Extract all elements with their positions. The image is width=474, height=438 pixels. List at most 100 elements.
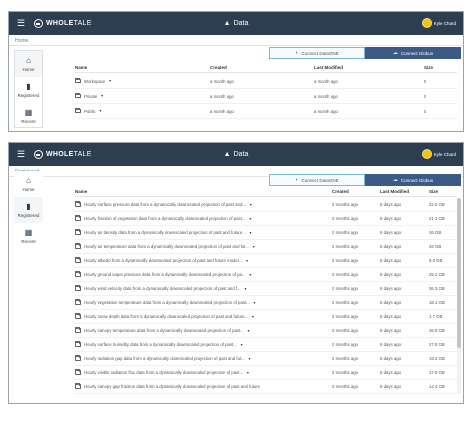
row-name-cell[interactable]: Hourly surface pressure data from a dyna… [75, 198, 261, 211]
chevron-down-icon[interactable]: ▼ [248, 273, 251, 277]
table-row[interactable]: Public ▼ a month ago a month ago 0 [75, 104, 457, 119]
row-name-cell[interactable]: Hourly surface humidity data from a dyna… [75, 338, 261, 351]
upload-icon: ▲ [223, 151, 231, 158]
row-name-cell[interactable]: Hourly albedo from a dynamically downsca… [75, 254, 261, 267]
row-modified: a month ago [314, 93, 338, 99]
chevron-down-icon[interactable]: ▼ [249, 203, 252, 207]
connect-globus-button[interactable]: ☁ Connect Globus [365, 47, 461, 59]
row-name-cell[interactable]: Hourly wind velocity data from a dynamic… [75, 282, 261, 295]
row-name-cell[interactable]: Hourly air temperature data from a dynam… [75, 240, 261, 253]
sidebar-item-label: Home [22, 67, 35, 72]
table-row[interactable]: Hourly surface pressure data from a dyna… [75, 198, 457, 212]
table-row[interactable]: Hourly albedo from a dynamically downsca… [75, 254, 457, 268]
row-name-cell[interactable]: Hourly fraction of vegetation data from … [75, 212, 261, 225]
connect-globus-button[interactable]: ☁ Connect Globus [365, 174, 461, 186]
chevron-down-icon[interactable]: ▼ [244, 287, 247, 291]
row-modified: 5 days ago [380, 384, 402, 389]
chevron-down-icon[interactable]: ▼ [252, 245, 255, 249]
table-row[interactable]: Private ▼ a month ago a month ago 0 [75, 89, 457, 104]
connect-dataone-button[interactable]: ◐ Connect DataONE [269, 174, 365, 186]
table-row[interactable]: Hourly air temperature data from a dynam… [75, 240, 457, 254]
hamburger-menu-icon[interactable]: ☰ [14, 149, 28, 160]
user-menu[interactable]: Kyle Chard [421, 18, 456, 28]
table-row[interactable]: Hourly fraction of vegetation data from … [75, 212, 457, 226]
sidebar-item-home[interactable]: ⌂ Home [15, 51, 42, 77]
connect-dataone-button[interactable]: ◐ Connect DataONE [269, 47, 365, 59]
row-created: 2 months ago [332, 370, 359, 375]
folder-icon [75, 327, 81, 333]
row-name-cell[interactable]: Hourly visible radiation flux data from … [75, 366, 261, 379]
chevron-down-icon[interactable]: ▼ [240, 343, 243, 347]
table-row[interactable]: Hourly canopy gap fraction data from a d… [75, 380, 457, 394]
column-header-created[interactable]: Created [332, 187, 349, 196]
row-created: 2 months ago [332, 342, 359, 347]
row-name-cell[interactable]: Hourly canopy gap fraction data from a d… [75, 380, 261, 393]
table-row[interactable]: Hourly surface humidity data from a dyna… [75, 338, 457, 352]
sidebar-item-registered[interactable]: ▮ Registered [14, 197, 43, 223]
row-name: Hourly vegetation temperature data from … [84, 300, 250, 305]
home-icon: ⌂ [26, 56, 31, 65]
sidebar-item-home[interactable]: ⌂ Home [14, 171, 43, 197]
column-header-size[interactable]: Size [424, 63, 433, 72]
scrollbar-thumb[interactable] [457, 198, 461, 348]
table-row[interactable]: Hourly radiation gap data from a dynamic… [75, 352, 457, 366]
wholetale-logo[interactable]: WHOLE TALE [34, 19, 92, 28]
row-name-cell[interactable]: Hourly canopy temperature data from a dy… [75, 324, 261, 337]
table-row[interactable]: Hourly ground vapor pressure data from a… [75, 268, 457, 282]
row-created: 2 months ago [332, 384, 359, 389]
table-row[interactable]: Hourly snow depth data from a dynamicall… [75, 310, 457, 324]
folder-icon [75, 108, 81, 114]
chevron-down-icon[interactable]: ▼ [108, 79, 111, 83]
row-name: Hourly albedo from a dynamically downsca… [84, 258, 243, 263]
sidebar-item-label: Registered [17, 93, 40, 98]
column-header-created[interactable]: Created [210, 63, 227, 72]
top-navbar: ☰ WHOLE TALE ▲ Data Kyle Chard [9, 12, 463, 35]
column-header-modified[interactable]: Last Modified [314, 63, 343, 72]
row-name-cell[interactable]: Hourly vegetation temperature data from … [75, 296, 261, 309]
row-created: 2 months ago [332, 286, 359, 291]
breadcrumb[interactable]: Home [9, 35, 463, 46]
chevron-down-icon[interactable]: ▼ [251, 315, 254, 319]
column-header-name[interactable]: Name [75, 187, 261, 196]
chevron-down-icon[interactable]: ▼ [247, 329, 250, 333]
row-name-cell[interactable]: Hourly ground vapor pressure data from a… [75, 268, 261, 281]
chevron-down-icon[interactable]: ▼ [253, 301, 256, 305]
table-row[interactable]: Hourly canopy temperature data from a dy… [75, 324, 457, 338]
table-row[interactable]: Hourly air density data from a dynamical… [75, 226, 457, 240]
column-header-modified[interactable]: Last Modified [380, 187, 409, 196]
row-name-cell[interactable]: Hourly radiation gap data from a dynamic… [75, 352, 261, 365]
column-header-size[interactable]: Size [429, 187, 438, 196]
sidebar-item-recent[interactable]: ▦ Recent [15, 103, 42, 129]
chevron-down-icon[interactable]: ▼ [246, 371, 249, 375]
row-size: 22.5 GB [429, 202, 445, 207]
wholetale-logo[interactable]: WHOLE TALE [34, 150, 92, 159]
table-row[interactable]: Workspace ▼ a month ago a month ago 0 [75, 74, 457, 89]
table-row[interactable]: Hourly visible radiation flux data from … [75, 366, 457, 380]
row-created: 2 months ago [332, 300, 359, 305]
table-scrollbar[interactable] [457, 198, 461, 394]
folder-icon [75, 285, 81, 291]
row-modified: 5 days ago [380, 216, 402, 221]
row-name-cell[interactable]: Hourly snow depth data from a dynamicall… [75, 310, 261, 323]
user-menu[interactable]: Kyle Chard [421, 149, 456, 159]
chevron-down-icon[interactable]: ▼ [245, 259, 248, 263]
user-name: Kyle Chard [433, 151, 456, 157]
sidebar-item-label: Recent [21, 239, 36, 244]
hamburger-menu-icon[interactable]: ☰ [14, 18, 28, 29]
chevron-down-icon[interactable]: ▼ [99, 109, 102, 113]
home-table-body: Workspace ▼ a month ago a month ago 0 Pri… [75, 74, 457, 119]
table-row[interactable]: Hourly wind velocity data from a dynamic… [75, 282, 457, 296]
chevron-down-icon[interactable]: ▼ [248, 217, 251, 221]
sidebar-item-registered[interactable]: ▮ Registered [15, 77, 42, 103]
globus-icon: ☁ [392, 50, 398, 56]
row-name: Hourly radiation gap data from a dynamic… [84, 356, 245, 361]
chevron-down-icon[interactable]: ▼ [249, 231, 252, 235]
sidebar-item-recent[interactable]: ▦ Recent [14, 223, 43, 249]
breadcrumb-home[interactable]: Home [15, 38, 28, 44]
row-name-cell[interactable]: Hourly air density data from a dynamical… [75, 226, 261, 239]
logo-icon [34, 19, 43, 28]
brand-bold: WHOLE [46, 151, 74, 158]
table-row[interactable]: Hourly vegetation temperature data from … [75, 296, 457, 310]
chevron-down-icon[interactable]: ▼ [248, 357, 251, 361]
chevron-down-icon[interactable]: ▼ [100, 94, 103, 98]
